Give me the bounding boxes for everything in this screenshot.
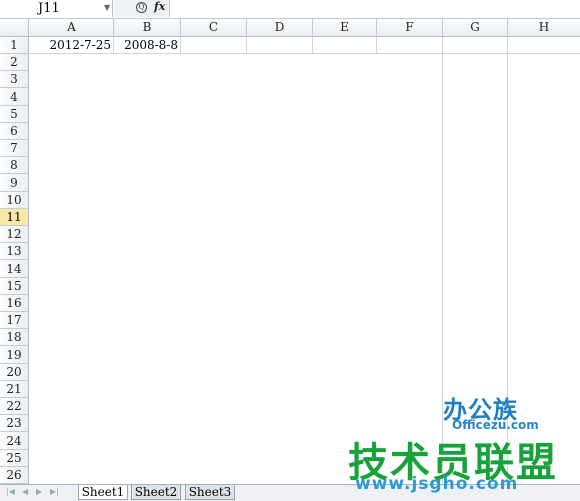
row-header: 1 2 3 4 5 6 7 8 9 10 11 12 13 14 15 16 17 18 19 20 21 22 23 24 2… — [0, 37, 29, 484]
column-header-g[interactable]: G — [443, 19, 508, 36]
formula-bar: J11 ▼ Q fx — [0, 0, 580, 19]
row-header-21[interactable]: 21 — [0, 381, 28, 398]
grid-column-line — [312, 37, 313, 54]
row-header-9[interactable]: 9 — [0, 175, 28, 192]
name-box-value: J11 — [38, 1, 60, 16]
formula-buttons: Q fx — [114, 0, 170, 17]
row-header-12[interactable]: 12 — [0, 226, 28, 244]
cell-grid[interactable]: 2012-7-25 2008-8-8 — [30, 37, 580, 484]
tab-sheet2[interactable]: Sheet2 — [131, 485, 181, 500]
formula-input[interactable] — [170, 0, 580, 17]
column-header-c[interactable]: C — [181, 19, 247, 36]
row-header-6[interactable]: 6 — [0, 123, 28, 140]
row-header-14[interactable]: 14 — [0, 261, 28, 278]
row-header-22[interactable]: 22 — [0, 398, 28, 416]
column-header-e[interactable]: E — [313, 19, 377, 36]
row-header-19[interactable]: 19 — [0, 347, 28, 364]
chevron-down-icon[interactable]: ▼ — [104, 3, 110, 12]
row-header-15[interactable]: 15 — [0, 278, 28, 295]
prev-sheet-icon[interactable]: ◀ — [22, 487, 28, 496]
cell-b1[interactable]: 2008-8-8 — [114, 37, 181, 54]
row-header-1[interactable]: 1 — [0, 37, 28, 54]
row-header-10[interactable]: 10 — [0, 192, 28, 209]
row-header-13[interactable]: 13 — [0, 243, 28, 261]
grid-column-line — [442, 37, 443, 484]
tab-sheet1[interactable]: Sheet1 — [78, 485, 128, 500]
row-header-20[interactable]: 20 — [0, 364, 28, 381]
grid-column-line — [507, 37, 508, 484]
column-header-a[interactable]: A — [30, 19, 114, 36]
name-box[interactable]: J11 ▼ — [0, 0, 113, 17]
row-header-24[interactable]: 24 — [0, 433, 28, 450]
grid-column-line — [376, 37, 377, 54]
row-header-7[interactable]: 7 — [0, 140, 28, 158]
row-header-16[interactable]: 16 — [0, 295, 28, 312]
cell-a1[interactable]: 2012-7-25 — [30, 37, 114, 54]
row-header-25[interactable]: 25 — [0, 450, 28, 467]
row-header-18[interactable]: 18 — [0, 329, 28, 347]
fx-icon[interactable]: fx — [154, 0, 165, 13]
last-sheet-icon[interactable]: ▶| — [50, 487, 59, 496]
row-header-5[interactable]: 5 — [0, 106, 28, 123]
grid-column-line — [246, 37, 247, 54]
next-sheet-icon[interactable]: ▶ — [36, 487, 42, 496]
tab-sheet3[interactable]: Sheet3 — [185, 485, 235, 500]
column-header-h[interactable]: H — [508, 19, 580, 36]
row-header-3[interactable]: 3 — [0, 71, 28, 89]
grid-column-line — [113, 37, 114, 54]
row-header-23[interactable]: 23 — [0, 415, 28, 433]
column-header: A B C D E F G H — [0, 19, 580, 37]
column-header-d[interactable]: D — [247, 19, 313, 36]
row-header-26[interactable]: 26 — [0, 467, 28, 484]
grid-row-line — [30, 53, 580, 54]
column-header-f[interactable]: F — [377, 19, 443, 36]
row-header-4[interactable]: 4 — [0, 89, 28, 106]
sheet-tab-bar: |◀ ◀ ▶ ▶| Sheet1 Sheet2 Sheet3 — [0, 484, 580, 501]
grid-column-line — [180, 37, 181, 54]
row-header-17[interactable]: 17 — [0, 312, 28, 330]
magnifier-icon[interactable]: Q — [136, 2, 147, 13]
row-header-2[interactable]: 2 — [0, 54, 28, 72]
select-all-corner[interactable] — [0, 19, 29, 36]
first-sheet-icon[interactable]: |◀ — [6, 487, 15, 496]
column-header-b[interactable]: B — [114, 19, 181, 36]
row-header-8[interactable]: 8 — [0, 157, 28, 175]
row-header-11[interactable]: 11 — [0, 209, 28, 226]
